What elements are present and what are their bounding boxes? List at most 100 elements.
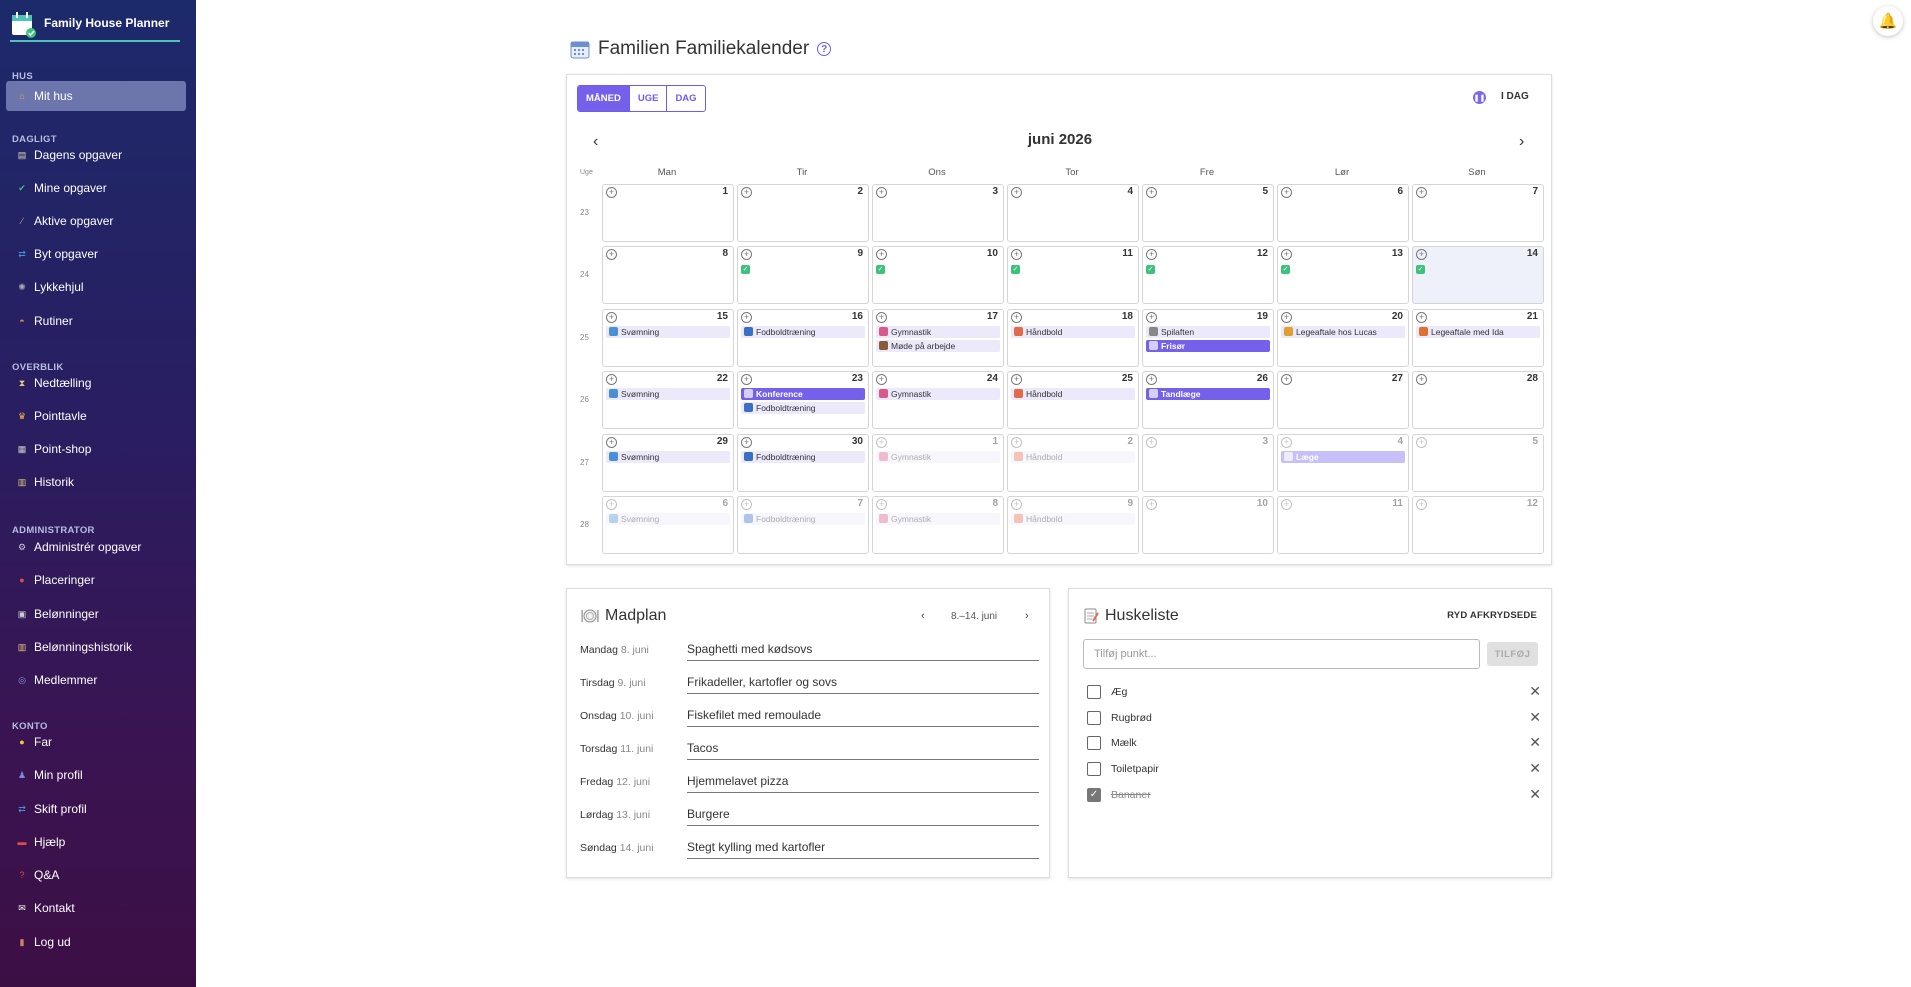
calendar-day-cell[interactable]: +9 Håndbold (1007, 496, 1139, 554)
calendar-day-cell[interactable]: +20 Legeaftale hos Lucas (1277, 309, 1409, 367)
calendar-day-cell[interactable]: +24 Gymnastik (872, 371, 1004, 429)
add-event-plus-icon[interactable]: + (1416, 499, 1427, 510)
calendar-event[interactable]: Håndbold (1011, 451, 1135, 463)
calendar-day-cell[interactable]: +25 Håndbold (1007, 371, 1139, 429)
calendar-day-cell[interactable]: +11 (1277, 496, 1409, 554)
calendar-day-cell[interactable]: +6 Svømning (602, 496, 734, 554)
add-event-plus-icon[interactable]: + (1146, 374, 1157, 385)
calendar-event[interactable]: Læge (1281, 451, 1405, 463)
calendar-event[interactable]: Fodboldtræning (741, 402, 865, 414)
calendar-event[interactable]: Fodboldtræning (741, 513, 865, 525)
sidebar-item-belønningshistorik[interactable]: ▥ Belønningshistorik (6, 632, 186, 662)
add-event-plus-icon[interactable]: + (1416, 437, 1427, 448)
calendar-event[interactable]: Gymnastik (876, 451, 1000, 463)
add-event-plus-icon[interactable]: + (876, 499, 887, 510)
add-event-plus-icon[interactable]: + (1011, 312, 1022, 323)
calendar-day-cell[interactable]: +11 ✓ (1007, 246, 1139, 304)
add-event-plus-icon[interactable]: + (741, 437, 752, 448)
add-event-plus-icon[interactable]: + (876, 187, 887, 198)
notification-bell-icon[interactable]: 🔔 (1873, 6, 1903, 36)
add-event-plus-icon[interactable]: + (606, 249, 617, 260)
pause-icon[interactable]: ❚❚ (1473, 91, 1486, 104)
sidebar-item-administr-r-opgaver[interactable]: ⚙ Administrér opgaver (6, 532, 186, 562)
sidebar-item-min-profil[interactable]: ♟ Min profil (6, 760, 186, 790)
sidebar-item-historik[interactable]: ▥ Historik (6, 467, 186, 497)
delete-close-icon[interactable]: ✕ (1529, 734, 1541, 751)
calendar-day-cell[interactable]: +5 (1142, 184, 1274, 242)
next-week-chevron-icon[interactable]: › (1025, 610, 1029, 622)
add-event-plus-icon[interactable]: + (1146, 437, 1157, 448)
item-checkbox[interactable]: ✓ (1087, 788, 1101, 802)
calendar-day-cell[interactable]: +16 Fodboldtræning (737, 309, 869, 367)
add-item-input[interactable]: Tilføj punkt... (1083, 639, 1480, 669)
calendar-day-cell[interactable]: +17 Gymnastik Møde på arbejde (872, 309, 1004, 367)
add-event-plus-icon[interactable]: + (606, 312, 617, 323)
item-checkbox[interactable] (1087, 762, 1101, 776)
add-event-plus-icon[interactable]: + (1011, 249, 1022, 260)
add-event-plus-icon[interactable]: + (741, 187, 752, 198)
add-event-plus-icon[interactable]: + (606, 187, 617, 198)
sidebar-item-byt-opgaver[interactable]: ⇄ Byt opgaver (6, 239, 186, 269)
calendar-day-cell[interactable]: +28 (1412, 371, 1544, 429)
calendar-event[interactable]: Svømning (606, 451, 730, 463)
calendar-day-cell[interactable]: +15 Svømning (602, 309, 734, 367)
calendar-event[interactable]: Legeaftale hos Lucas (1281, 326, 1405, 338)
sidebar-item-lykkehjul[interactable]: ✺ Lykkehjul (6, 272, 186, 302)
sidebar-item-hjælp[interactable]: ▬ Hjælp (6, 827, 186, 857)
add-event-plus-icon[interactable]: + (1146, 499, 1157, 510)
calendar-day-cell[interactable]: +23 Konference Fodboldtræning (737, 371, 869, 429)
calendar-day-cell[interactable]: +1 (602, 184, 734, 242)
sidebar-item-skift-profil[interactable]: ⇄ Skift profil (6, 794, 186, 824)
add-event-plus-icon[interactable]: + (1011, 499, 1022, 510)
add-event-plus-icon[interactable]: + (1416, 312, 1427, 323)
calendar-day-cell[interactable]: +6 (1277, 184, 1409, 242)
sidebar-item-medlemmer[interactable]: ◎ Medlemmer (6, 665, 186, 695)
calendar-day-cell[interactable]: +12 (1412, 496, 1544, 554)
calendar-day-cell[interactable]: +2 (737, 184, 869, 242)
calendar-day-cell[interactable]: +8 Gymnastik (872, 496, 1004, 554)
calendar-day-cell[interactable]: +27 (1277, 371, 1409, 429)
add-event-plus-icon[interactable]: + (606, 499, 617, 510)
add-event-plus-icon[interactable]: + (1146, 312, 1157, 323)
sidebar-item-rutiner[interactable]: ◓ Rutiner (6, 306, 186, 336)
calendar-event[interactable]: Legeaftale med Ida (1416, 326, 1540, 338)
calendar-event[interactable]: Frisør (1146, 340, 1270, 352)
calendar-event[interactable]: Svømning (606, 388, 730, 400)
add-event-plus-icon[interactable]: + (876, 249, 887, 260)
calendar-event[interactable]: Fodboldtræning (741, 451, 865, 463)
add-event-plus-icon[interactable]: + (876, 437, 887, 448)
calendar-event[interactable]: Fodboldtræning (741, 326, 865, 338)
view-week-button[interactable]: UGE (630, 86, 668, 111)
add-event-plus-icon[interactable]: + (1281, 437, 1292, 448)
add-event-plus-icon[interactable]: + (1416, 187, 1427, 198)
sidebar-item-log-ud[interactable]: ▮ Log ud (6, 927, 186, 957)
calendar-event[interactable]: Håndbold (1011, 513, 1135, 525)
calendar-day-cell[interactable]: +10 ✓ (872, 246, 1004, 304)
sidebar-item-placeringer[interactable]: ● Placeringer (6, 565, 186, 595)
clear-checked-button[interactable]: RYD AFKRYDSEDE (1447, 610, 1537, 621)
calendar-event[interactable]: Håndbold (1011, 388, 1135, 400)
calendar-day-cell[interactable]: +4 Læge (1277, 434, 1409, 492)
meal-input[interactable]: Tacos (687, 738, 1039, 760)
help-icon[interactable]: ? (817, 42, 832, 56)
item-checkbox[interactable] (1087, 685, 1101, 699)
add-event-plus-icon[interactable]: + (1281, 187, 1292, 198)
calendar-event[interactable]: Gymnastik (876, 388, 1000, 400)
meal-input[interactable]: Hjemmelavet pizza (687, 771, 1039, 793)
delete-close-icon[interactable]: ✕ (1529, 683, 1541, 700)
calendar-day-cell[interactable]: +4 (1007, 184, 1139, 242)
sidebar-item-kontakt[interactable]: ✉ Kontakt (6, 893, 186, 923)
calendar-day-cell[interactable]: +5 (1412, 434, 1544, 492)
sidebar-item-nedtælling[interactable]: ⧗ Nedtælling (6, 368, 186, 398)
calendar-day-cell[interactable]: +29 Svømning (602, 434, 734, 492)
calendar-day-cell[interactable]: +2 Håndbold (1007, 434, 1139, 492)
prev-week-chevron-icon[interactable]: ‹ (921, 610, 925, 622)
meal-input[interactable]: Spaghetti med kødsovs (687, 639, 1039, 661)
add-event-plus-icon[interactable]: + (1416, 374, 1427, 385)
sidebar-item-q-a[interactable]: ? Q&A (6, 860, 186, 890)
sidebar-item-far[interactable]: ● Far (6, 727, 186, 757)
calendar-day-cell[interactable]: +3 (1142, 434, 1274, 492)
add-event-plus-icon[interactable]: + (1146, 249, 1157, 260)
calendar-event[interactable]: Tandlæge (1146, 388, 1270, 400)
calendar-day-cell[interactable]: +12 ✓ (1142, 246, 1274, 304)
